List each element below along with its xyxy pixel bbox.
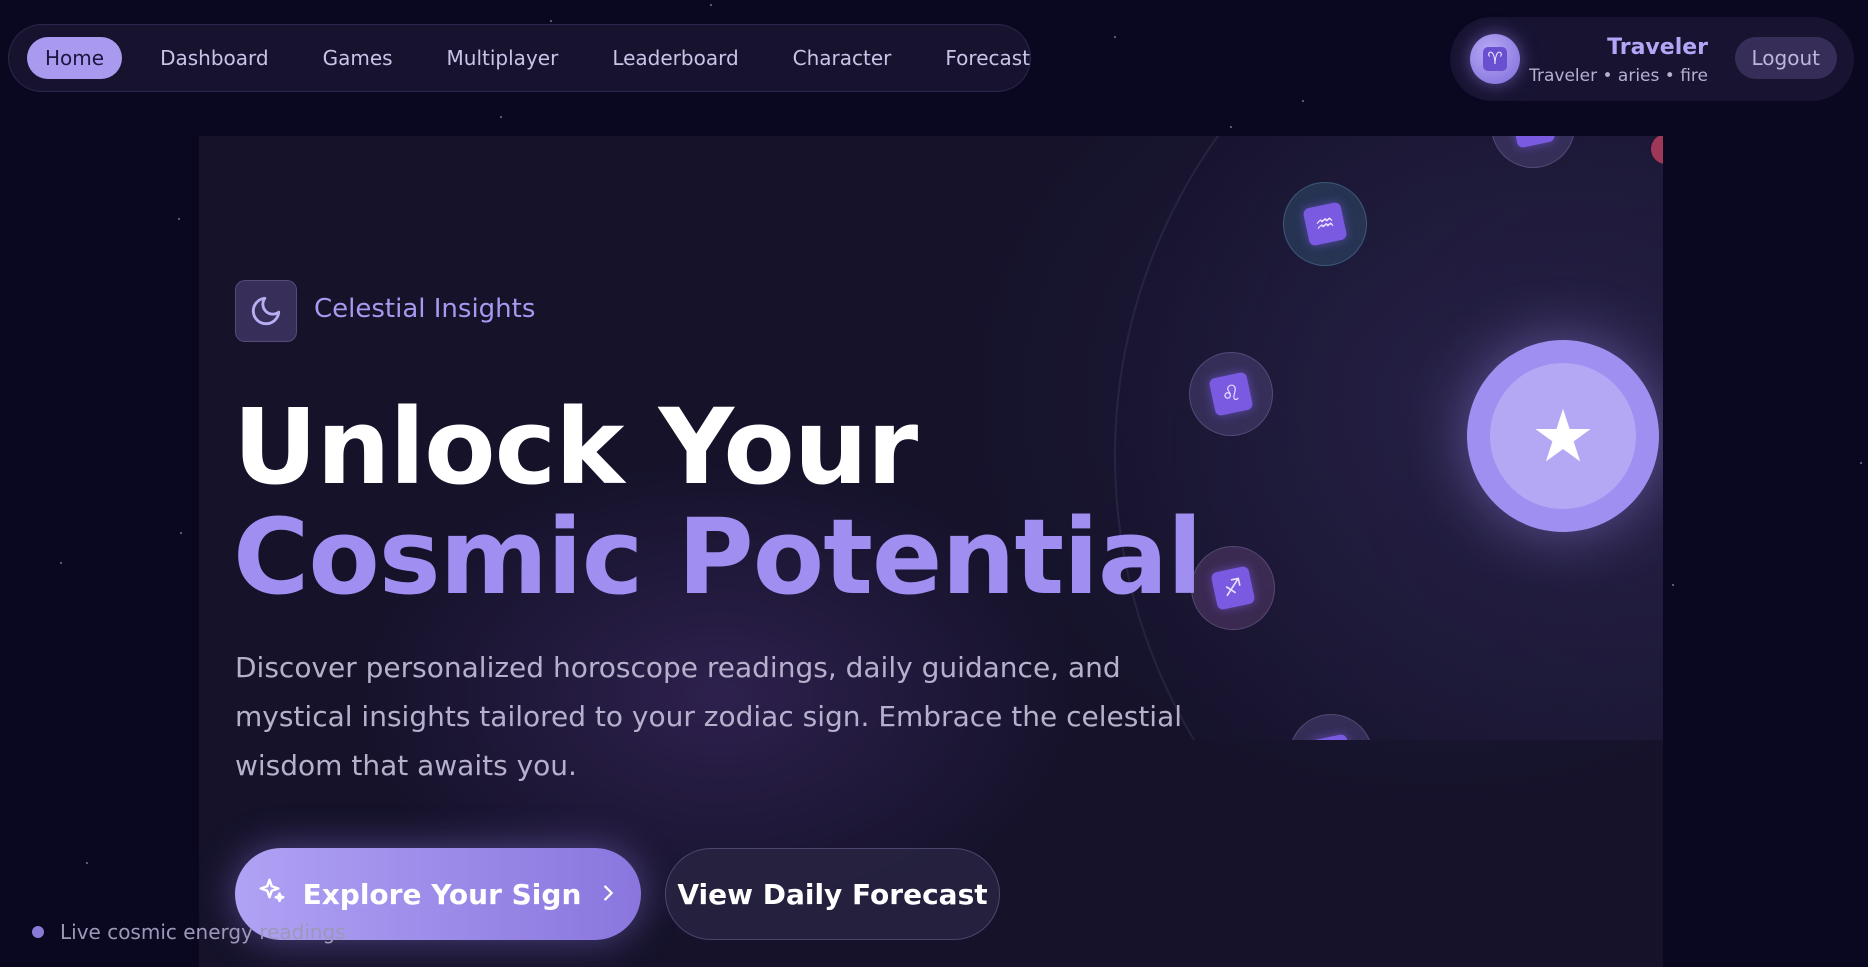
headline-line1: Unlock Your xyxy=(233,386,918,508)
moon-icon xyxy=(235,280,297,342)
center-star-orb[interactable]: ★ xyxy=(1467,340,1659,532)
live-dot-icon xyxy=(32,926,44,938)
nav-item-leaderboard[interactable]: Leaderboard xyxy=(594,37,756,79)
sparkle-icon xyxy=(257,876,287,913)
sagittarius-icon: ♐ xyxy=(1210,565,1256,611)
headline-line2: Cosmic Potential xyxy=(233,496,1203,618)
badge-label: Celestial Insights xyxy=(314,294,536,324)
nav-item-dashboard[interactable]: Dashboard xyxy=(142,37,287,79)
nav-item-games[interactable]: Games xyxy=(305,37,411,79)
user-panel: ♈ Traveler Traveler • aries • fire Logou… xyxy=(1450,17,1854,101)
explore-sign-label: Explore Your Sign xyxy=(302,877,582,911)
star-icon: ★ xyxy=(1490,363,1636,509)
logout-button[interactable]: Logout xyxy=(1734,37,1837,79)
pisces-icon: ♓ xyxy=(1308,733,1354,740)
aquarius-icon: ♒ xyxy=(1302,201,1348,247)
zodiac-sign-pisces[interactable]: ♓ xyxy=(1289,714,1373,740)
view-forecast-button[interactable]: View Daily Forecast xyxy=(665,848,1000,940)
main-nav: Home Dashboard Games Multiplayer Leaderb… xyxy=(8,24,1031,92)
nav-item-forecast[interactable]: Forecast xyxy=(927,37,1048,79)
avatar[interactable]: ♈ xyxy=(1470,34,1520,84)
nav-item-home[interactable]: Home xyxy=(27,37,123,79)
live-indicator: Live cosmic energy readings xyxy=(32,920,346,944)
capricorn-icon: ♑ xyxy=(1510,136,1556,149)
live-label: Live cosmic energy readings xyxy=(60,920,346,944)
zodiac-sign-leo[interactable]: ♌ xyxy=(1189,352,1273,436)
user-meta: Traveler • aries • fire xyxy=(1529,66,1708,86)
zodiac-sign-aquarius[interactable]: ♒ xyxy=(1283,182,1367,266)
hero-section: ♑ ♒ ♌ ♐ ♓ ★ Celestial Insights Unlock Yo… xyxy=(199,136,1663,967)
hero-description: Discover personalized horoscope readings… xyxy=(235,651,1183,782)
user-name: Traveler xyxy=(1607,35,1708,60)
leo-icon: ♌ xyxy=(1208,371,1254,417)
aries-icon: ♈ xyxy=(1483,47,1507,71)
nav-item-character[interactable]: Character xyxy=(775,37,910,79)
zodiac-sign-bottom-clip: ♓ xyxy=(1289,714,1373,740)
zodiac-sign-sagittarius[interactable]: ♐ xyxy=(1191,546,1275,630)
nav-item-multiplayer[interactable]: Multiplayer xyxy=(429,37,577,79)
chevron-right-icon xyxy=(597,878,619,911)
